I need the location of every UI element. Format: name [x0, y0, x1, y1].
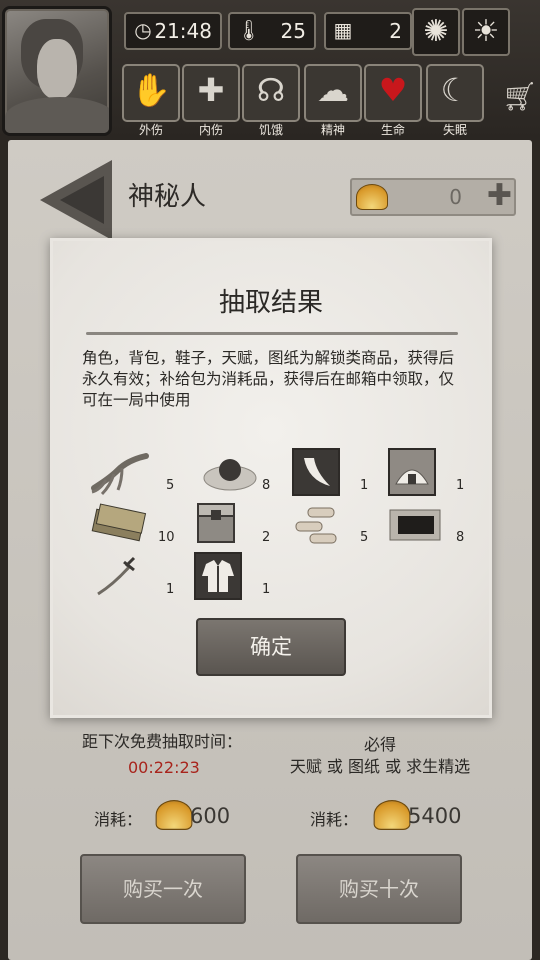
divider [86, 332, 458, 335]
ginseng-icon [91, 453, 149, 496]
clock-display: ◷ 21:48 [124, 12, 222, 50]
add-shells-button[interactable]: ✚ [487, 181, 512, 211]
brain-icon: ☁ [317, 71, 349, 109]
item-quantity: 1 [166, 582, 175, 597]
buy-once-button[interactable]: 购买一次 [80, 854, 246, 924]
shell-icon [155, 800, 193, 830]
moon-icon: ☾ [440, 71, 470, 109]
reward-item[interactable] [388, 504, 441, 552]
status-hunger[interactable]: ☊ 饥饿 [242, 64, 300, 137]
temperature-display: 🌡︎ 25 [228, 12, 316, 50]
item-quantity: 8 [262, 478, 271, 493]
day-value: 2 [389, 19, 402, 43]
free-draw-timer: 00:22:23 [128, 758, 200, 777]
confirm-button[interactable]: 确定 [196, 618, 346, 676]
sword-icon [97, 556, 136, 596]
status-mental[interactable]: ☁ 精神 [304, 64, 362, 137]
cross-icon: ✚ [197, 71, 225, 109]
reward-item[interactable] [94, 554, 144, 602]
cost-label-single: 消耗： [94, 810, 143, 829]
jacket-glyph [202, 560, 234, 592]
item-quantity: 5 [360, 530, 369, 545]
shell-icon [356, 184, 388, 210]
igloo-glyph [390, 450, 434, 494]
status-label: 失眠 [442, 123, 467, 137]
cost-single: 600 [190, 804, 231, 828]
item-quantity: 5 [166, 478, 175, 493]
cost-ten: 5400 [408, 804, 462, 828]
thermometer-icon: 🌡︎ [236, 18, 262, 42]
status-label: 外伤 [138, 123, 163, 137]
page-title: 神秘人 [128, 182, 207, 212]
reward-item[interactable] [88, 448, 149, 496]
draw-result-dialog: 抽取结果 角色，背包，鞋子，天赋，图纸为解锁类商品，获得后永久有效；补给包为消耗… [50, 238, 492, 718]
shell-balance: 0 ✚ [350, 178, 516, 216]
status-label: 内伤 [198, 123, 223, 137]
guarantee-detail: 天赋 或 图纸 或 求生精选 [289, 757, 471, 776]
status-label: 饥饿 [258, 123, 283, 137]
cloth-icon [389, 509, 441, 541]
heart-icon: ♥ [378, 71, 408, 109]
igloo-card-icon[interactable] [388, 448, 436, 496]
hand-icon: ✋ [131, 71, 171, 109]
top-hud: ◷ 21:48 🌡︎ 25 ▦ 2 ✺ ☀ ✋ 外伤 ✚ 内伤 ☊ 饥饿 ☁ 精… [0, 0, 540, 140]
stomach-icon: ☊ [256, 71, 286, 109]
shoulders [5, 97, 109, 133]
free-draw-timer-label: 距下次免费抽取时间： [82, 732, 243, 751]
time-value: 21:48 [154, 19, 212, 43]
shell-count: 0 [449, 185, 462, 209]
supply-box-icon [197, 503, 235, 543]
status-label: 精神 [320, 123, 345, 137]
back-arrow-inner [60, 176, 104, 224]
weather-sun-icon[interactable]: ☀ [462, 8, 510, 56]
season-leaf-icon[interactable]: ✺ [412, 8, 460, 56]
item-quantity: 2 [262, 530, 271, 545]
reward-item[interactable] [90, 502, 147, 550]
reward-item[interactable] [202, 450, 257, 498]
item-quantity: 8 [456, 530, 465, 545]
reward-item[interactable] [192, 500, 242, 548]
calendar-icon: ▦ [333, 18, 353, 42]
status-insomnia[interactable]: ☾ 失眠 [426, 64, 484, 137]
iron-ore-icon [203, 459, 257, 491]
book-stack-icon [91, 503, 147, 542]
tooth-glyph [304, 458, 330, 486]
day-display: ▦ 2 [324, 12, 412, 50]
character-portrait[interactable] [2, 6, 112, 136]
item-quantity: 1 [456, 478, 465, 493]
buy-ten-button[interactable]: 购买十次 [296, 854, 462, 924]
item-quantity: 1 [262, 582, 271, 597]
item-quantity: 10 [158, 530, 175, 545]
jacket-card-icon[interactable] [194, 552, 242, 600]
dialog-title: 抽取结果 [218, 288, 323, 318]
temperature-value: 25 [280, 19, 306, 43]
clock-icon: ◷ [134, 18, 152, 42]
shell-icon [373, 800, 411, 830]
status-trauma[interactable]: ✋ 外伤 [122, 64, 180, 137]
status-health[interactable]: ♥ 生命 [364, 64, 422, 137]
reward-item[interactable] [294, 504, 344, 552]
dialog-description: 角色，背包，鞋子，天赋，图纸为解锁类商品，获得后永久有效；补给包为消耗品，获得后… [82, 349, 455, 409]
item-quantity: 1 [360, 478, 369, 493]
tooth-card-icon[interactable] [292, 448, 340, 496]
status-label: 生命 [380, 123, 405, 137]
guarantee-title: 必得 [363, 735, 396, 754]
cost-label-ten: 消耗： [310, 810, 359, 829]
ten-draw-guarantee: 必得 天赋 或 图纸 或 求生精选 [270, 734, 490, 778]
shop-cart-icon[interactable]: 🛒︎ [502, 80, 538, 113]
face [37, 39, 77, 99]
bones-icon [295, 507, 337, 544]
status-internal[interactable]: ✚ 内伤 [182, 64, 240, 137]
